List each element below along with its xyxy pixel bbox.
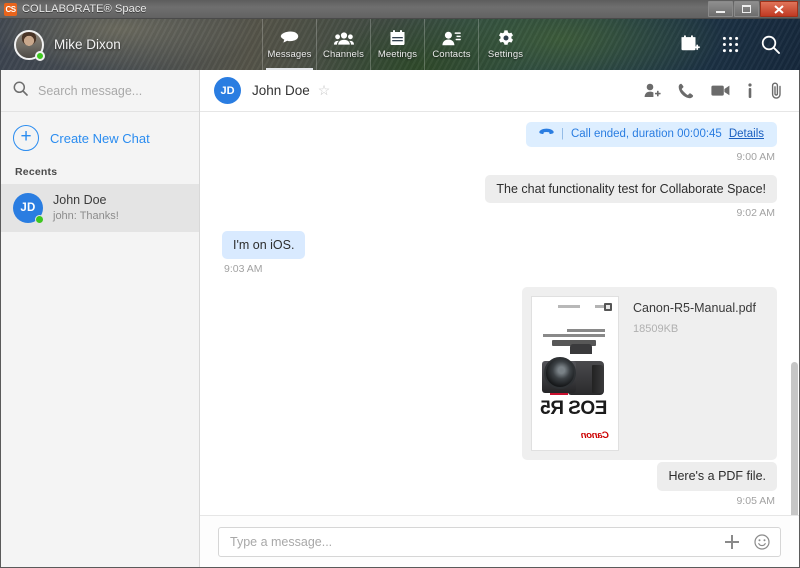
window-title: COLLABORATE® Space: [22, 3, 147, 15]
header-actions: [681, 19, 800, 70]
tab-messages-label: Messages: [267, 49, 312, 60]
app-logo-icon: CS: [4, 2, 17, 16]
sidebar: + Create New Chat Recents JD John Doe jo…: [1, 70, 200, 567]
create-new-chat-label: Create New Chat: [50, 130, 150, 146]
window-controls: [708, 1, 798, 17]
online-status-icon: [35, 50, 45, 61]
main-navigation: Messages Channels Meetings Contacts Sett…: [262, 19, 532, 70]
composer-box[interactable]: [218, 526, 781, 557]
page-title: John Doe: [252, 83, 310, 98]
message-timestamp: 9:00 AM: [736, 150, 775, 163]
list-item-name: John Doe: [53, 193, 107, 207]
list-item[interactable]: JD John Doe john: Thanks!: [1, 184, 199, 233]
message-composer: [200, 515, 799, 567]
favorite-star-icon[interactable]: ☆: [318, 82, 331, 99]
message-bubble[interactable]: Here's a PDF file.: [657, 462, 777, 491]
tab-channels[interactable]: Channels: [316, 19, 370, 70]
message-row: I'm on iOS. 9:03 AM: [222, 231, 777, 285]
file-size: 18509KB: [633, 322, 679, 335]
file-meta: Canon-R5-Manual.pdf 18509KB: [619, 296, 768, 334]
conversation-panel: JD John Doe ☆ | Call ended, duration 00:…: [200, 70, 799, 567]
message-row: EOS R5 Canon Canon-R5-Manual.pdf 18509KB: [222, 287, 777, 461]
application-window: CS COLLABORATE® Space Mike Dixon Message…: [0, 0, 800, 568]
message-scrollbar[interactable]: [790, 112, 799, 515]
attachment-icon[interactable]: [770, 82, 783, 99]
tab-meetings-label: Meetings: [377, 49, 418, 60]
list-item-text: John Doe john: Thanks!: [53, 193, 119, 223]
close-button[interactable]: [760, 1, 798, 17]
list-item-preview: john: Thanks!: [53, 209, 119, 222]
call-details-link[interactable]: Details: [729, 127, 764, 142]
scrollbar-thumb[interactable]: [791, 362, 798, 515]
tab-messages[interactable]: Messages: [262, 19, 316, 70]
close-icon: [774, 4, 784, 14]
tab-settings[interactable]: Settings: [478, 19, 532, 70]
message-timestamp: 9:02 AM: [736, 207, 775, 220]
conversation-header: JD John Doe ☆: [200, 70, 799, 112]
file-name: Canon-R5-Manual.pdf: [633, 301, 756, 316]
settings-icon: [498, 29, 514, 46]
create-new-chat-button[interactable]: + Create New Chat: [1, 112, 199, 166]
plus-icon: +: [13, 125, 39, 151]
search-input[interactable]: [38, 83, 178, 98]
phone-hangup-icon: [539, 127, 554, 142]
avatar[interactable]: [14, 29, 45, 61]
camera-illustration: [542, 344, 604, 396]
recents-label: Recents: [15, 166, 58, 178]
tab-meetings[interactable]: Meetings: [370, 19, 424, 70]
emoji-icon[interactable]: [754, 533, 770, 550]
thumbnail-title: EOS R5: [540, 398, 608, 420]
tab-contacts-label: Contacts: [432, 49, 471, 60]
thumbnail-brand: Canon: [580, 430, 609, 442]
message-timestamp: 9:03 AM: [224, 263, 263, 276]
online-status-icon: [35, 215, 44, 225]
minimize-button[interactable]: [708, 1, 733, 17]
message-row: | Call ended, duration 00:00:45 Details …: [222, 122, 777, 173]
tab-settings-label: Settings: [487, 49, 524, 60]
info-icon[interactable]: [747, 82, 753, 99]
call-ended-bubble[interactable]: | Call ended, duration 00:00:45 Details: [525, 122, 777, 147]
message-input[interactable]: [230, 534, 710, 549]
tab-contacts[interactable]: Contacts: [424, 19, 478, 70]
plus-icon[interactable]: [724, 534, 740, 550]
contacts-icon: [442, 29, 461, 46]
conversation-actions: [644, 82, 783, 99]
current-user[interactable]: Mike Dixon: [0, 19, 262, 70]
maximize-button[interactable]: [734, 1, 759, 17]
call-status-text: Call ended, duration 00:00:45: [570, 128, 722, 140]
search-icon[interactable]: [761, 35, 780, 54]
phone-call-icon[interactable]: [678, 83, 694, 99]
video-call-icon[interactable]: [711, 84, 730, 97]
sidebar-search[interactable]: [1, 70, 199, 112]
app-header: Mike Dixon Messages Channels Meetings Co…: [0, 19, 800, 70]
add-participant-icon[interactable]: [644, 83, 661, 98]
avatar: JD: [214, 77, 241, 104]
tab-channels-label: Channels: [323, 49, 364, 60]
avatar-initials: JD: [20, 202, 36, 215]
message-row: Here's a PDF file. 9:05 AM: [222, 462, 777, 515]
message-row: The chat functionality test for Collabor…: [222, 174, 777, 229]
search-icon: [13, 81, 28, 101]
user-name: Mike Dixon: [54, 37, 121, 52]
message-bubble[interactable]: The chat functionality test for Collabor…: [485, 174, 777, 204]
messages-icon: [280, 29, 299, 46]
thumbnail-badge-icon: [604, 303, 612, 312]
call-separator: |: [560, 128, 564, 140]
pdf-thumbnail[interactable]: EOS R5 Canon: [531, 296, 619, 452]
window-titlebar: CS COLLABORATE® Space: [0, 0, 800, 19]
file-attachment[interactable]: EOS R5 Canon Canon-R5-Manual.pdf 18509KB: [522, 287, 777, 461]
message-list: | Call ended, duration 00:00:45 Details …: [200, 112, 799, 515]
avatar: JD: [13, 193, 44, 225]
meetings-icon: [390, 29, 405, 46]
calendar-add-icon[interactable]: [681, 35, 700, 54]
message-bubble[interactable]: I'm on iOS.: [222, 231, 306, 260]
channels-icon: [333, 29, 354, 46]
message-timestamp: 9:05 AM: [736, 494, 775, 507]
app-body: + Create New Chat Recents JD John Doe jo…: [0, 70, 800, 568]
dialpad-icon[interactable]: [722, 36, 739, 53]
